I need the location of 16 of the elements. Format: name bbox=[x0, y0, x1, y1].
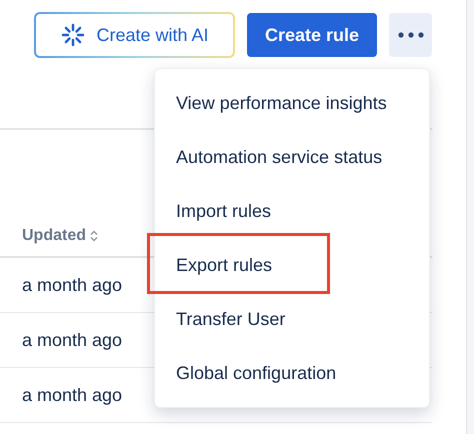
menu-item[interactable]: View performance insights bbox=[155, 76, 429, 130]
table-cell-text: a month ago bbox=[22, 328, 122, 352]
create-rule-button[interactable]: Create rule bbox=[247, 13, 377, 57]
more-button[interactable] bbox=[389, 13, 432, 57]
sort-icon[interactable] bbox=[90, 230, 98, 242]
more-icon bbox=[398, 32, 424, 38]
menu-item[interactable]: Import rules bbox=[155, 184, 429, 238]
menu-item[interactable]: Automation service status bbox=[155, 130, 429, 184]
column-header[interactable]: Updated bbox=[22, 224, 86, 248]
menu-item[interactable]: Transfer User bbox=[155, 292, 429, 346]
create-with-ai-button[interactable]: Create with AI bbox=[34, 12, 235, 58]
menu-item[interactable]: Global configuration bbox=[155, 346, 429, 400]
sparkle-icon bbox=[60, 22, 86, 48]
table-cell-text: a month ago bbox=[22, 274, 122, 297]
table-cell-text: a month ago bbox=[22, 384, 122, 407]
menu-item[interactable]: Export rules bbox=[155, 238, 429, 292]
